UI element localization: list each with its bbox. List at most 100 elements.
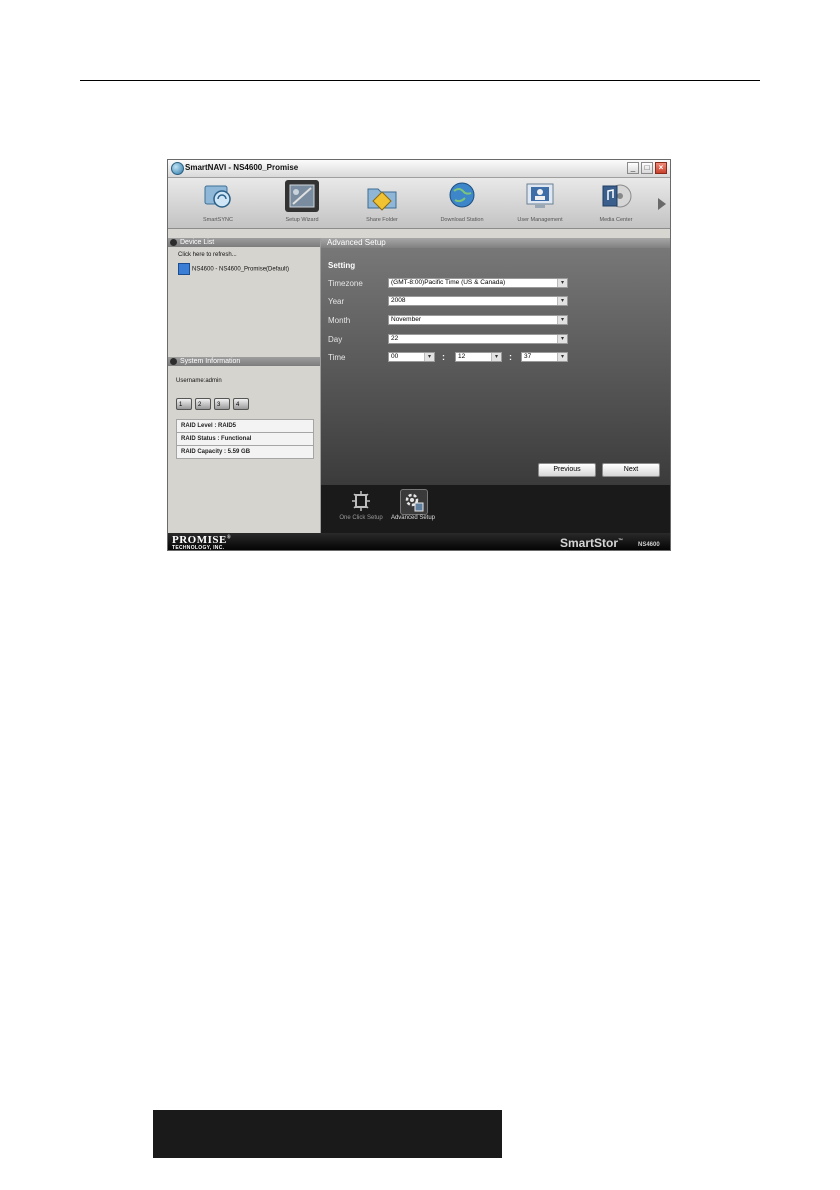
time-row: Time 00 ▾ : 12 ▾ : 37 ▾ xyxy=(328,352,668,364)
minute-value: 12 xyxy=(458,353,466,360)
year-label: Year xyxy=(328,297,345,306)
globe-icon xyxy=(445,180,479,212)
previous-button[interactable]: Previous xyxy=(538,463,596,477)
setup-mode-bar: One Click Setup Advanced Setup xyxy=(321,485,670,533)
toolbar-item-setup-wizard[interactable]: Setup Wizard xyxy=(264,178,340,228)
raid-capacity: RAID Capacity : 5.59 GB xyxy=(176,446,314,459)
product-name: SmartStor xyxy=(560,536,619,550)
product-logo: SmartStor™ xyxy=(560,536,623,550)
toolbar-item-share-folder[interactable]: Share Folder xyxy=(344,178,420,228)
second-value: 37 xyxy=(524,353,532,360)
tab-label: Advanced Setup xyxy=(390,515,436,521)
advanced-setup-panel: Advanced Setup Setting Timezone (GMT-8:0… xyxy=(321,238,670,485)
wizard-icon xyxy=(285,180,319,212)
disk-4-icon: 4 xyxy=(233,398,249,410)
timezone-label: Timezone xyxy=(328,279,363,288)
smartnavi-window: SmartNAVI - NS4600_Promise _ □ × SmartSY… xyxy=(167,159,671,551)
model-label: NS4600 xyxy=(638,542,660,548)
year-value: 2008 xyxy=(391,297,406,304)
product-mark: ™ xyxy=(618,538,624,544)
day-select[interactable]: 22 ▾ xyxy=(388,334,568,344)
next-button[interactable]: Next xyxy=(602,463,660,477)
device-item[interactable]: NS4600 - NS4600_Promise(Default) xyxy=(178,263,289,275)
second-select[interactable]: 37 ▾ xyxy=(521,352,568,362)
chevron-down-icon: ▾ xyxy=(557,353,567,361)
month-label: Month xyxy=(328,316,351,325)
app-icon xyxy=(171,162,184,175)
device-icon xyxy=(178,263,190,275)
timezone-row: Timezone (GMT-8:00)Pacific Time (US & Ca… xyxy=(328,278,668,290)
section-title: Setting xyxy=(328,261,356,270)
system-info-header[interactable]: System Information xyxy=(168,357,320,366)
maximize-button[interactable]: □ xyxy=(641,162,653,174)
month-row: Month November ▾ xyxy=(328,315,668,327)
disk-3-icon: 3 xyxy=(214,398,230,410)
toolbar-label: User Management xyxy=(517,217,563,223)
left-sidebar: Device List Click here to refresh... NS4… xyxy=(168,238,321,533)
sync-icon xyxy=(201,180,235,212)
month-value: November xyxy=(391,316,421,323)
time-label: Time xyxy=(328,353,346,362)
title-bar[interactable]: SmartNAVI - NS4600_Promise _ □ × xyxy=(168,160,670,178)
toolbar-item-user-management[interactable]: User Management xyxy=(502,178,578,228)
hour-value: 00 xyxy=(391,353,399,360)
month-select[interactable]: November ▾ xyxy=(388,315,568,325)
chevron-down-icon: ▾ xyxy=(557,335,567,343)
toolbar-item-download-station[interactable]: Download Station xyxy=(424,178,500,228)
chevron-down-icon: ▾ xyxy=(557,316,567,324)
raid-info-table: RAID Level : RAID5 RAID Status : Functio… xyxy=(176,419,314,459)
username-label: Username:admin xyxy=(176,378,222,384)
tab-one-click-setup[interactable]: One Click Setup xyxy=(339,487,383,531)
toolbar-label: SmartSYNC xyxy=(203,217,233,223)
tab-label: One Click Setup xyxy=(339,515,383,521)
toolbar-item-media-center[interactable]: Media Center xyxy=(578,178,654,228)
timezone-select[interactable]: (GMT-8:00)Pacific Time (US & Canada) ▾ xyxy=(388,278,568,288)
minimize-button[interactable]: _ xyxy=(627,162,639,174)
toolbar-label: Share Folder xyxy=(366,217,398,223)
gear-icon xyxy=(400,489,428,515)
collapse-icon xyxy=(170,239,177,246)
one-click-icon xyxy=(348,489,374,513)
raid-status: RAID Status : Functional xyxy=(176,433,314,446)
time-separator: : xyxy=(442,352,445,362)
year-row: Year 2008 ▾ xyxy=(328,296,668,308)
chevron-down-icon: ▾ xyxy=(491,353,501,361)
header-rule xyxy=(80,80,760,81)
panel-title: Advanced Setup xyxy=(321,238,670,248)
device-name: NS4600 - NS4600_Promise(Default) xyxy=(192,266,290,273)
year-select[interactable]: 2008 ▾ xyxy=(388,296,568,306)
main-toolbar: SmartSYNC Setup Wizard Share Folder Down… xyxy=(168,178,670,229)
timezone-value: (GMT-8:00)Pacific Time (US & Canada) xyxy=(391,279,506,286)
toolbar-label: Media Center xyxy=(599,217,633,223)
toolbar-scroll-arrow-icon[interactable] xyxy=(658,198,666,210)
tab-advanced-setup[interactable]: Advanced Setup xyxy=(391,487,435,531)
chevron-down-icon: ▾ xyxy=(424,353,434,361)
brand-mark: ® xyxy=(226,535,232,541)
chevron-down-icon: ▾ xyxy=(557,297,567,305)
device-list-title: Device List xyxy=(180,239,215,246)
footer-bar: PROMISE® TECHNOLOGY, INC. SmartStor™ NS4… xyxy=(168,533,670,551)
time-separator: : xyxy=(509,352,512,362)
day-value: 22 xyxy=(391,335,399,342)
close-button[interactable]: × xyxy=(655,162,667,174)
folder-icon xyxy=(365,180,399,212)
toolbar-item-smartsync[interactable]: SmartSYNC xyxy=(180,178,256,228)
toolbar-label: Download Station xyxy=(440,217,484,223)
device-list-header[interactable]: Device List xyxy=(168,238,320,247)
media-icon xyxy=(599,180,633,212)
user-icon xyxy=(523,180,557,212)
chevron-down-icon: ▾ xyxy=(557,279,567,287)
day-label: Day xyxy=(328,335,343,344)
disk-1-icon: 1 xyxy=(176,398,192,410)
refresh-link[interactable]: Click here to refresh... xyxy=(178,252,237,258)
day-row: Day 22 ▾ xyxy=(328,334,668,346)
disk-2-icon: 2 xyxy=(195,398,211,410)
brand-subtitle: TECHNOLOGY, INC. xyxy=(172,545,225,551)
minute-select[interactable]: 12 ▾ xyxy=(455,352,502,362)
raid-level: RAID Level : RAID5 xyxy=(176,419,314,433)
toolbar-label: Setup Wizard xyxy=(285,217,319,223)
collapse-icon xyxy=(170,358,177,365)
footer-rule xyxy=(153,1110,502,1158)
system-info-title: System Information xyxy=(180,358,241,365)
hour-select[interactable]: 00 ▾ xyxy=(388,352,435,362)
